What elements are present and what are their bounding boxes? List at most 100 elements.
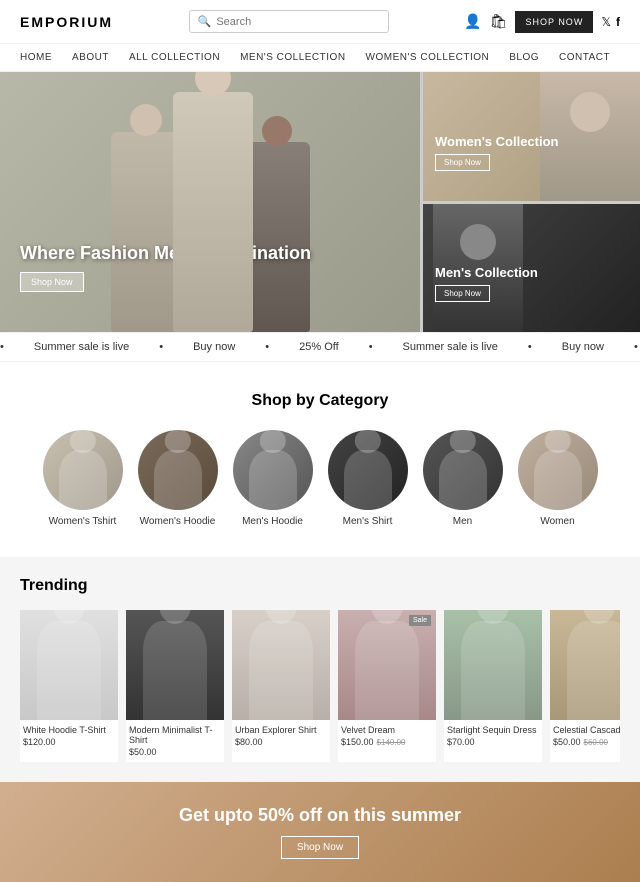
hero-womens-card: Women's Collection Shop Now bbox=[423, 72, 640, 201]
prod-sil-3 bbox=[232, 610, 330, 720]
cat-label-1: Women's Tshirt bbox=[49, 516, 117, 527]
category-womens-hoodie[interactable]: Women's Hoodie bbox=[138, 430, 218, 527]
product-old-price-6: $60.00 bbox=[584, 738, 608, 747]
product-celestial-cascade[interactable]: Sale Celestial Cascade $50.00$60.00 bbox=[550, 610, 620, 762]
ticker-dot-1: • bbox=[0, 341, 4, 353]
hero-person-2 bbox=[173, 92, 253, 332]
cat-womens-hoodie-img bbox=[138, 430, 218, 510]
search-bar[interactable]: 🔍 bbox=[189, 10, 389, 33]
product-white-hoodie[interactable]: White Hoodie T-Shirt $120.00 bbox=[20, 610, 118, 762]
cat-label-2: Women's Hoodie bbox=[140, 516, 216, 527]
ticker-item-3: 25% Off bbox=[299, 341, 339, 353]
header-right: SHOP NOW bbox=[464, 11, 620, 33]
product-urban-shirt[interactable]: Urban Explorer Shirt $80.00 bbox=[232, 610, 330, 762]
category-womens-tshirt[interactable]: Women's Tshirt bbox=[43, 430, 123, 527]
user-icon[interactable] bbox=[464, 13, 481, 31]
product-old-price-4: $140.00 bbox=[377, 738, 406, 747]
category-mens-hoodie[interactable]: Men's Hoodie bbox=[233, 430, 313, 527]
ticker-item-2: Buy now bbox=[193, 341, 235, 353]
product-name-6: Celestial Cascade bbox=[553, 725, 620, 735]
nav-womens-collection[interactable]: WOMEN'S COLLECTION bbox=[366, 52, 490, 63]
ticker-dot-3: • bbox=[265, 341, 269, 353]
product-name-3: Urban Explorer Shirt bbox=[235, 725, 327, 735]
ticker-content: • Summer sale is live • Buy now • 25% Of… bbox=[0, 341, 640, 353]
womens-card-label: Women's Collection Shop Now bbox=[435, 134, 558, 171]
nav-about[interactable]: ABOUT bbox=[72, 52, 109, 63]
product-img-5 bbox=[444, 610, 542, 720]
category-women[interactable]: Women bbox=[518, 430, 598, 527]
promo-content: Get upto 50% off on this summer Shop Now bbox=[179, 805, 461, 859]
cat-womens-tshirt-img bbox=[43, 430, 123, 510]
promo-title: Get upto 50% off on this summer bbox=[179, 805, 461, 826]
cart-icon[interactable] bbox=[490, 13, 508, 31]
ticker-dot-4: • bbox=[369, 341, 373, 353]
prod-sil-5 bbox=[444, 610, 542, 720]
cat-sil-3 bbox=[233, 430, 313, 510]
cat-label-5: Men bbox=[453, 516, 472, 527]
promo-shop-button[interactable]: Shop Now bbox=[281, 836, 359, 859]
hero-text-block: Where Fashion Meets Imagination Shop Now bbox=[20, 243, 311, 292]
product-info-3: Urban Explorer Shirt $80.00 bbox=[232, 720, 330, 752]
mens-shop-button[interactable]: Shop Now bbox=[435, 285, 490, 302]
mens-collection-title: Men's Collection bbox=[435, 265, 538, 280]
cat-label-3: Men's Hoodie bbox=[242, 516, 303, 527]
product-name-5: Starlight Sequin Dress bbox=[447, 725, 539, 735]
hero-figures bbox=[0, 72, 420, 332]
product-info-2: Modern Minimalist T-Shirt $50.00 bbox=[126, 720, 224, 762]
product-price-4: $150.00$140.00 bbox=[341, 737, 433, 747]
product-price-6: $50.00$60.00 bbox=[553, 737, 620, 747]
product-img-1 bbox=[20, 610, 118, 720]
category-mens-shirt[interactable]: Men's Shirt bbox=[328, 430, 408, 527]
shop-now-button[interactable]: SHOP NOW bbox=[515, 11, 593, 33]
product-price-3: $80.00 bbox=[235, 737, 327, 747]
ticker-item-5: Buy now bbox=[562, 341, 604, 353]
ticker-dot-6: • bbox=[634, 341, 638, 353]
trending-title: Trending bbox=[20, 577, 620, 595]
promo-banner: Get upto 50% off on this summer Shop Now bbox=[0, 782, 640, 882]
products-grid: White Hoodie T-Shirt $120.00 Modern Mini… bbox=[20, 610, 620, 762]
product-velvet-dream[interactable]: Sale Velvet Dream $150.00$140.00 bbox=[338, 610, 436, 762]
womens-collection-title: Women's Collection bbox=[435, 134, 558, 149]
prod-sil-2 bbox=[126, 610, 224, 720]
category-men[interactable]: Men bbox=[423, 430, 503, 527]
social-icons bbox=[601, 15, 620, 29]
product-info-4: Velvet Dream $150.00$140.00 bbox=[338, 720, 436, 752]
product-sequin-dress[interactable]: Starlight Sequin Dress $70.00 bbox=[444, 610, 542, 762]
cat-mens-shirt-img bbox=[328, 430, 408, 510]
logo: EMPORIUM bbox=[20, 14, 113, 30]
product-info-6: Celestial Cascade $50.00$60.00 bbox=[550, 720, 620, 752]
search-input[interactable] bbox=[216, 16, 379, 28]
mens-card-label: Men's Collection Shop Now bbox=[435, 265, 538, 302]
cat-sil-6 bbox=[518, 430, 598, 510]
nav-mens-collection[interactable]: MEN'S COLLECTION bbox=[240, 52, 345, 63]
hero-section: Where Fashion Meets Imagination Shop Now… bbox=[0, 72, 640, 332]
twitter-icon[interactable] bbox=[601, 15, 611, 29]
search-icon: 🔍 bbox=[198, 15, 212, 28]
cat-sil-2 bbox=[138, 430, 218, 510]
product-minimalist-tshirt[interactable]: Modern Minimalist T-Shirt $50.00 bbox=[126, 610, 224, 762]
hero-side: Women's Collection Shop Now Men's Collec… bbox=[423, 72, 640, 332]
prod-sil-1 bbox=[20, 610, 118, 720]
prod-sil-4 bbox=[338, 610, 436, 720]
hero-person-1 bbox=[111, 132, 181, 332]
product-img-3 bbox=[232, 610, 330, 720]
hero-shop-button[interactable]: Shop Now bbox=[20, 272, 84, 292]
hero-mens-card: Men's Collection Shop Now bbox=[423, 204, 640, 333]
categories-grid: Women's Tshirt Women's Hoodie Men's Hood… bbox=[20, 430, 620, 527]
nav-blog[interactable]: BLOG bbox=[509, 52, 539, 63]
nav-all-collection[interactable]: ALL COLLECTION bbox=[129, 52, 220, 63]
prod-sil-6 bbox=[550, 610, 620, 720]
ticker-item-4: Summer sale is live bbox=[403, 341, 498, 353]
nav-contact[interactable]: CONTACT bbox=[559, 52, 610, 63]
product-info-1: White Hoodie T-Shirt $120.00 bbox=[20, 720, 118, 752]
header: EMPORIUM 🔍 SHOP NOW bbox=[0, 0, 640, 44]
hero-tagline: Where Fashion Meets Imagination bbox=[20, 243, 311, 264]
facebook-icon[interactable] bbox=[616, 15, 620, 29]
cat-sil-4 bbox=[328, 430, 408, 510]
nav-home[interactable]: HOME bbox=[20, 52, 52, 63]
hero-person-3 bbox=[245, 142, 310, 332]
womens-shop-button[interactable]: Shop Now bbox=[435, 154, 490, 171]
product-price-5: $70.00 bbox=[447, 737, 539, 747]
categories-section: Shop by Category Women's Tshirt Women's … bbox=[0, 362, 640, 557]
product-img-2 bbox=[126, 610, 224, 720]
